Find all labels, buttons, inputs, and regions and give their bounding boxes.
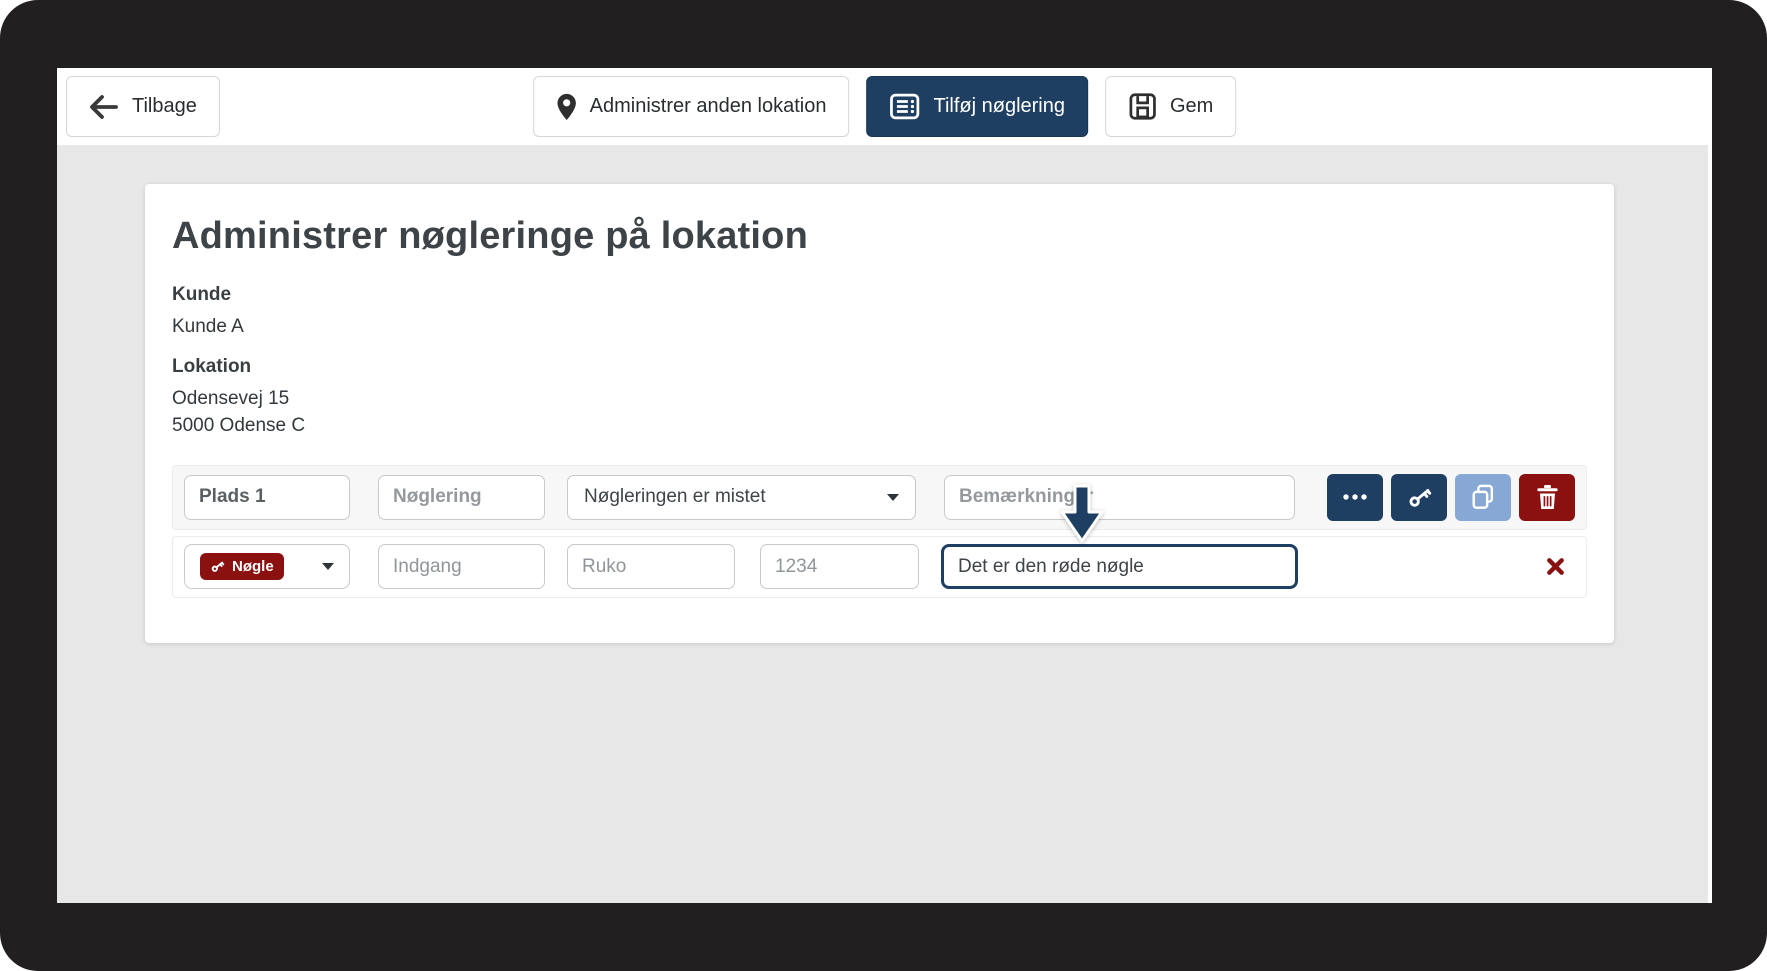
list-icon (889, 91, 920, 122)
save-icon (1128, 92, 1157, 121)
location-address-line1: Odensevej 15 (172, 387, 290, 409)
trash-icon (1536, 484, 1559, 511)
keyring-name-input[interactable] (378, 474, 545, 520)
add-keyring-label: Tilføj nøglering (933, 95, 1065, 117)
x-icon (1546, 557, 1565, 576)
customer-value: Kunde A (172, 315, 244, 337)
customer-label: Kunde (172, 283, 232, 305)
location-pin-icon (556, 93, 577, 121)
app-viewport: Tilbage Administrer anden lokation Tilfø… (57, 68, 1712, 903)
page-title: Administrer nøgleringe på lokation (172, 215, 808, 257)
location-address: Odensevej 15 5000 Odense C (172, 385, 1587, 439)
keyring-remarks-input[interactable] (944, 474, 1295, 520)
back-button-label: Tilbage (132, 95, 197, 117)
location-card: Administrer nøgleringe på lokation Kunde… (145, 184, 1614, 643)
key-remarks-input[interactable] (941, 544, 1298, 590)
ellipsis-icon (1342, 493, 1368, 501)
plads-input[interactable] (184, 474, 350, 520)
key-badge-icon (210, 559, 225, 574)
top-toolbar: Tilbage Administrer anden lokation Tilfø… (57, 68, 1712, 145)
more-options-button[interactable] (1327, 473, 1383, 521)
key-name-input[interactable] (378, 544, 545, 590)
keyring-status-select[interactable]: Nøgleringen er mistet (567, 474, 916, 520)
key-type-dropdown[interactable]: Nøgle (184, 544, 350, 590)
keyring-row: Nøgleringen er mistet (172, 464, 1587, 530)
manage-other-location-button[interactable]: Administrer anden lokation (532, 76, 850, 137)
caret-down-icon (322, 563, 334, 571)
location-label: Lokation (172, 355, 252, 377)
manage-other-location-label: Administrer anden lokation (589, 95, 827, 117)
key-number-input[interactable] (760, 544, 919, 590)
location-address-line2: 5000 Odense C (172, 414, 306, 436)
save-button[interactable]: Gem (1104, 76, 1237, 137)
copy-button[interactable] (1455, 473, 1511, 521)
delete-button[interactable] (1519, 473, 1575, 521)
key-type-badge-label: Nøgle (232, 558, 274, 576)
save-button-label: Gem (1169, 95, 1214, 117)
key-type-badge: Nøgle (200, 553, 284, 581)
key-row: Nøgle (172, 535, 1587, 598)
add-key-button[interactable] (1391, 473, 1447, 521)
key-icon (1406, 484, 1433, 511)
back-button[interactable]: Tilbage (66, 76, 220, 137)
content-area: Administrer nøgleringe på lokation Kunde… (57, 145, 1708, 903)
copy-icon (1470, 483, 1496, 511)
back-arrow-icon (89, 94, 119, 120)
toolbar-center-group: Administrer anden lokation Tilføj nøgler… (532, 76, 1237, 137)
remove-key-button[interactable] (1542, 553, 1569, 580)
keyring-status-value: Nøgleringen er mistet (584, 486, 766, 508)
caret-down-icon (887, 493, 899, 501)
key-system-input[interactable] (567, 544, 735, 590)
keyring-actions (1327, 473, 1575, 521)
add-keyring-button[interactable]: Tilføj nøglering (866, 76, 1088, 137)
window-frame: Tilbage Administrer anden lokation Tilfø… (0, 0, 1767, 971)
